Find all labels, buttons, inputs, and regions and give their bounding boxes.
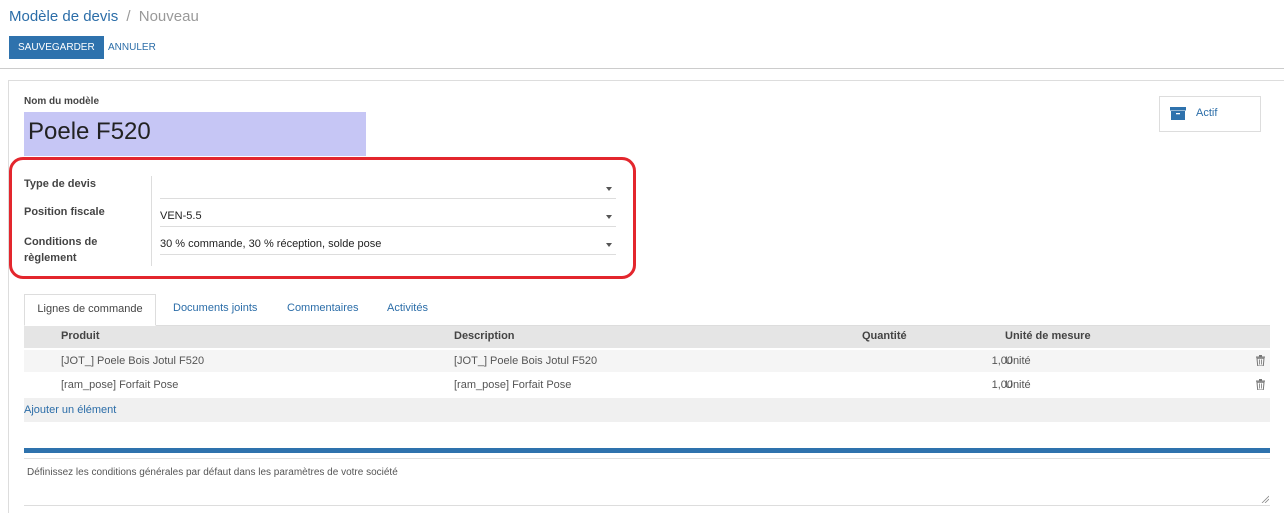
cell-uom: Unité [1005, 379, 1031, 391]
breadcrumb: Modèle de devis / Nouveau [9, 8, 199, 25]
column-uom[interactable]: Unité de mesure [1005, 330, 1091, 342]
cell-description: [JOT_] Poele Bois Jotul F520 [454, 355, 598, 367]
red-highlight-annotation [9, 157, 636, 279]
breadcrumb-parent-link[interactable]: Modèle de devis [9, 8, 118, 25]
add-line-link[interactable]: Ajouter un élément [24, 404, 116, 416]
notes-separator [24, 448, 1270, 453]
active-toggle-button[interactable]: Actif [1159, 96, 1261, 132]
breadcrumb-current: Nouveau [138, 8, 199, 25]
table-header: Produit Description Quantité Unité de me… [24, 326, 1270, 348]
cell-description: [ram_pose] Forfait Pose [454, 379, 572, 391]
column-quantity[interactable]: Quantité [862, 330, 907, 342]
breadcrumb-separator: / [126, 8, 131, 25]
add-line-row: Ajouter un élément [24, 398, 1270, 422]
table-row[interactable]: [JOT_] Poele Bois Jotul F520 [JOT_] Poel… [24, 350, 1270, 372]
trash-icon[interactable] [1256, 355, 1265, 366]
column-description[interactable]: Description [454, 330, 515, 342]
archive-icon [1170, 107, 1186, 120]
resize-grip-icon[interactable] [1261, 495, 1269, 503]
control-panel: Modèle de devis / Nouveau SAUVEGARDER AN… [0, 0, 1284, 69]
cell-product: [JOT_] Poele Bois Jotul F520 [61, 355, 205, 367]
cell-uom: Unité [1005, 355, 1031, 367]
trash-icon[interactable] [1256, 379, 1265, 390]
cell-product: [ram_pose] Forfait Pose [61, 379, 179, 391]
column-product[interactable]: Produit [61, 330, 100, 342]
name-input[interactable]: Poele F520 [28, 118, 151, 146]
tab-attachments[interactable]: Documents joints [173, 294, 257, 326]
tab-order-lines[interactable]: Lignes de commande [24, 294, 156, 326]
terms-textarea[interactable]: Définissez les conditions générales par … [24, 458, 1270, 506]
cancel-button[interactable]: ANNULER [108, 36, 156, 59]
tab-activities[interactable]: Activités [387, 294, 428, 326]
active-label: Actif [1196, 107, 1218, 119]
terms-placeholder: Définissez les conditions générales par … [27, 467, 398, 478]
save-button[interactable]: SAUVEGARDER [9, 36, 104, 59]
table-row[interactable]: [ram_pose] Forfait Pose [ram_pose] Forfa… [24, 374, 1270, 396]
tab-comments[interactable]: Commentaires [287, 294, 359, 326]
name-label: Nom du modèle [24, 96, 100, 107]
